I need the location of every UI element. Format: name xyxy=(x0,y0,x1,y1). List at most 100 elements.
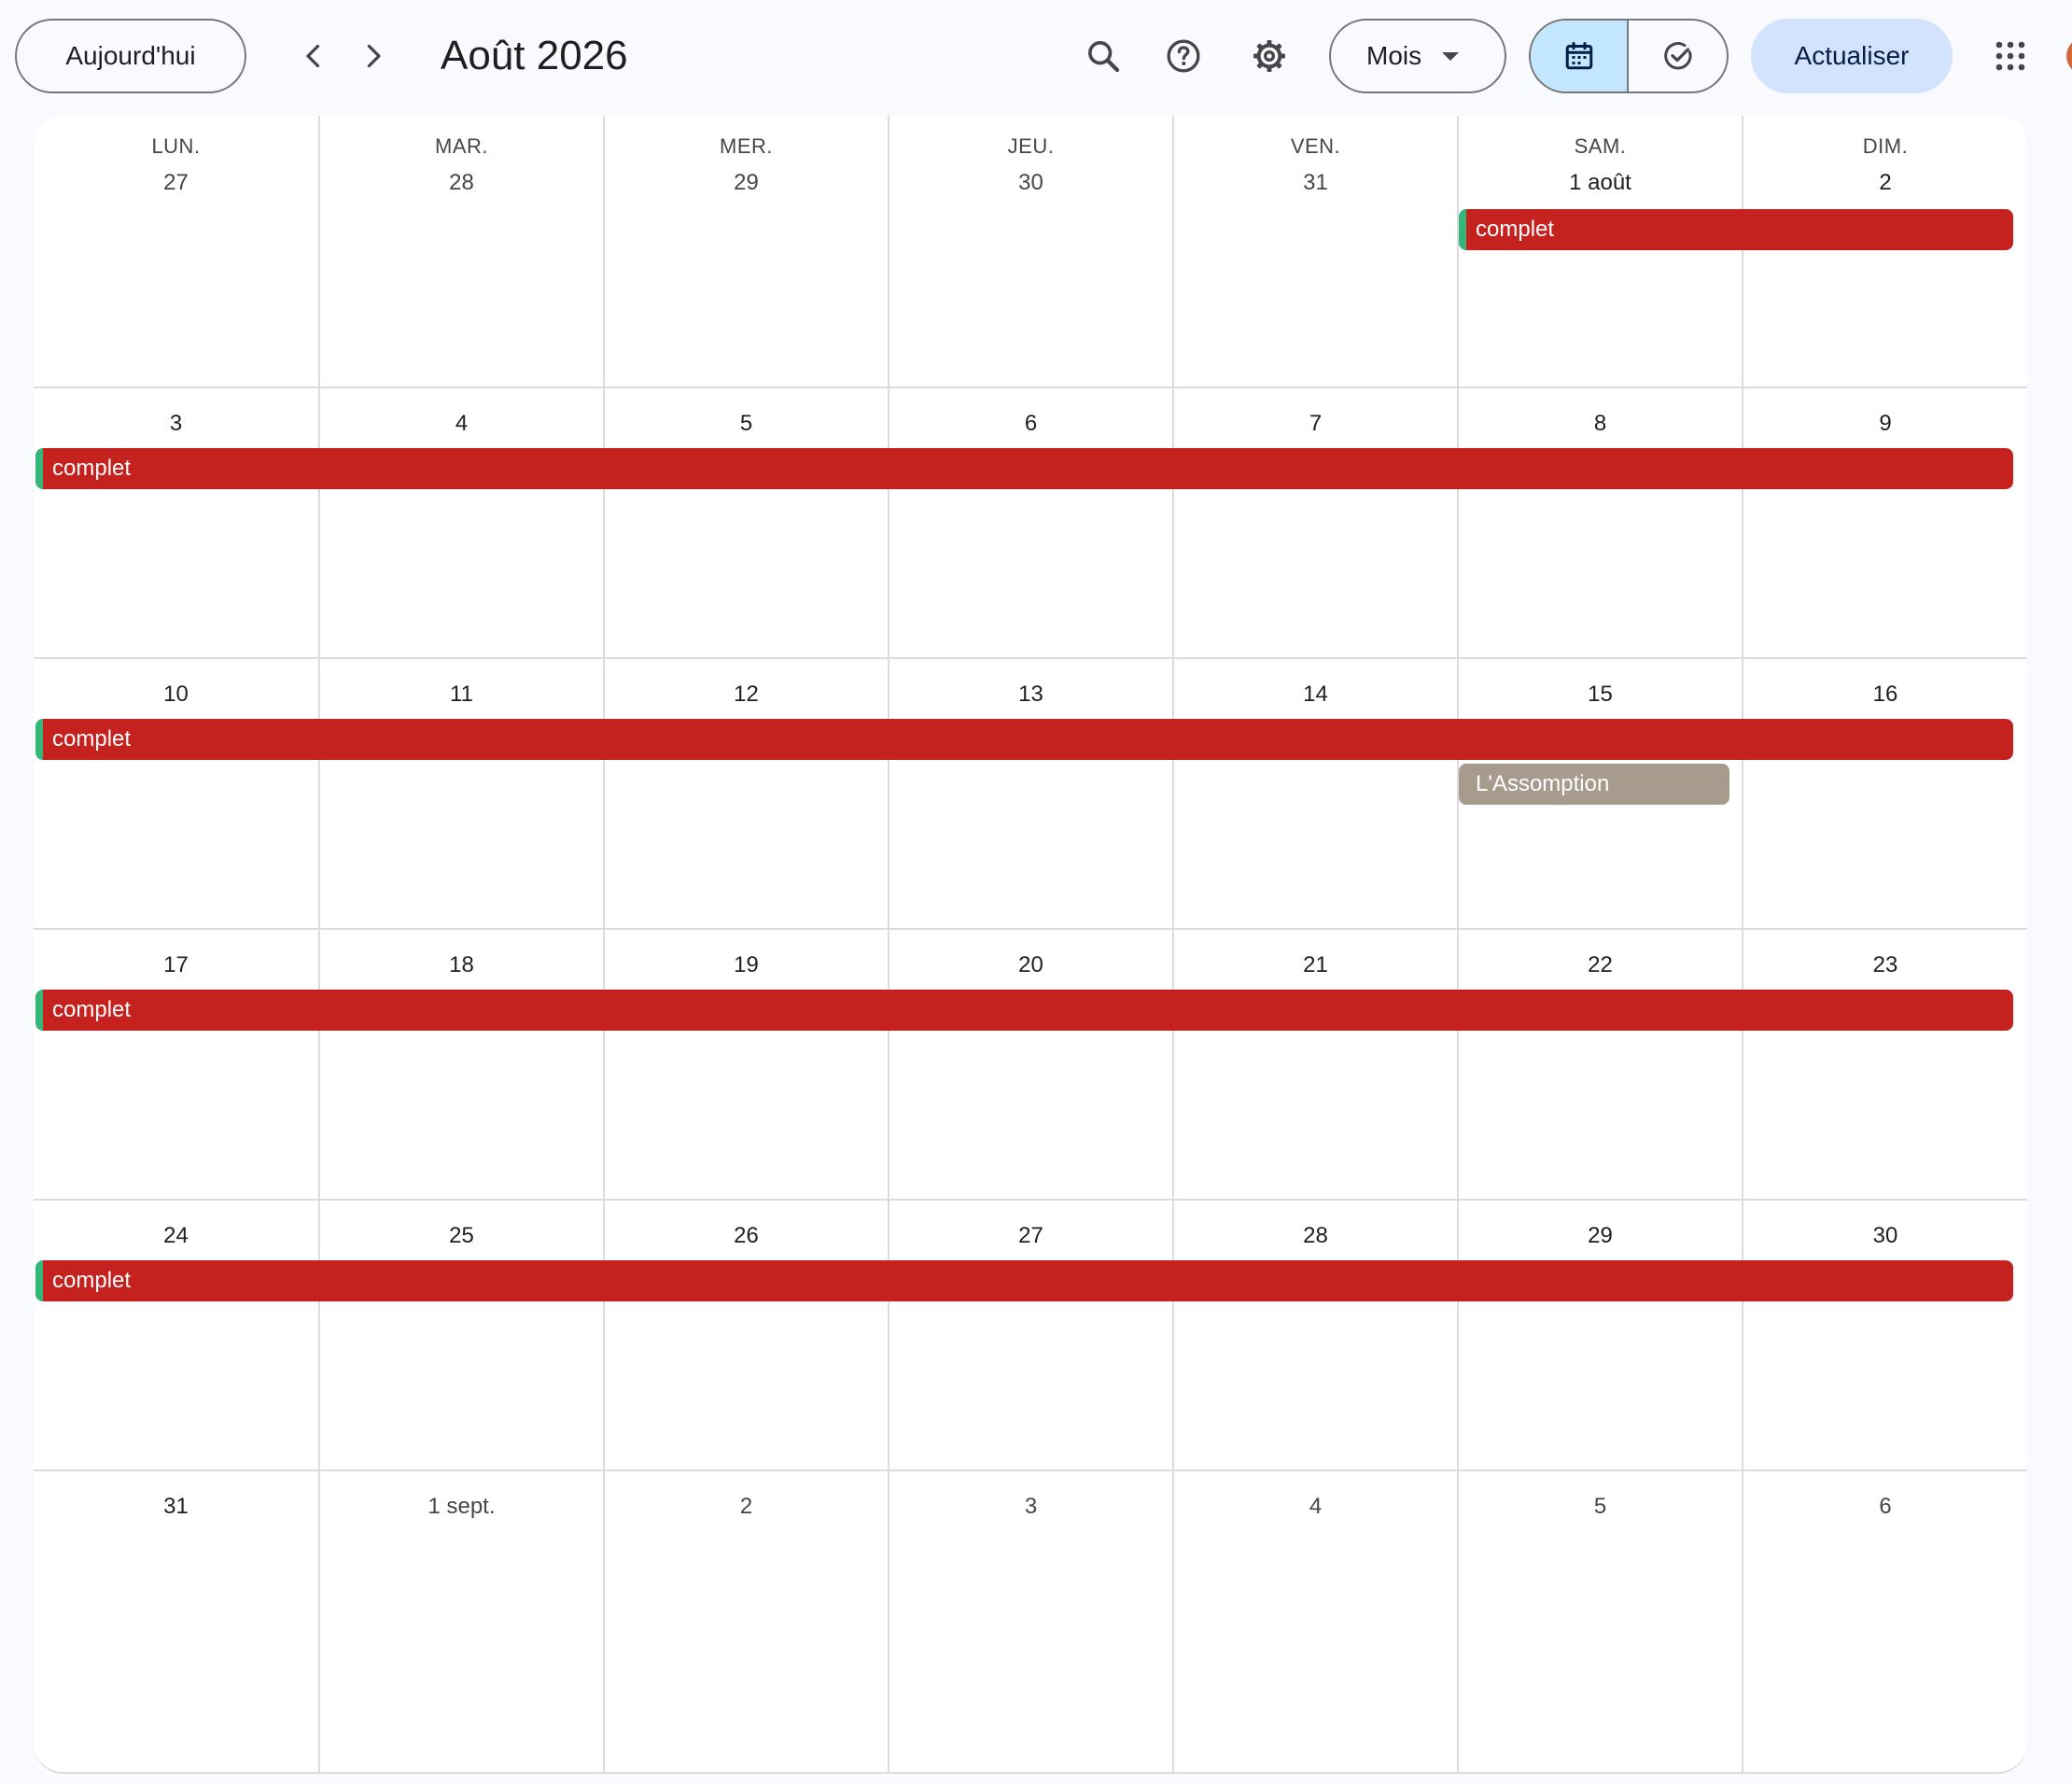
day-cell[interactable]: MER. 29 xyxy=(603,116,888,387)
day-cell[interactable]: 28 xyxy=(1172,1201,1457,1469)
day-cell[interactable]: 1 sept. xyxy=(318,1471,603,1772)
day-number[interactable]: 4 xyxy=(320,411,603,437)
event-chip[interactable]: complet xyxy=(35,448,2013,489)
day-number[interactable]: 29 xyxy=(605,170,888,196)
day-number[interactable]: 6 xyxy=(889,411,1172,437)
holiday-chip[interactable]: L'Assomption xyxy=(1459,764,1729,805)
day-cell[interactable]: 20 xyxy=(888,930,1172,1199)
previous-month-button[interactable] xyxy=(284,26,343,86)
day-cell[interactable]: 26 xyxy=(603,1201,888,1469)
day-number[interactable]: 16 xyxy=(1743,682,2027,708)
day-number[interactable]: 5 xyxy=(1459,1494,1742,1520)
day-number[interactable]: 14 xyxy=(1174,682,1457,708)
day-number[interactable]: 17 xyxy=(34,952,318,978)
day-cell[interactable]: 5 xyxy=(603,388,888,657)
event-chip[interactable]: complet xyxy=(1459,209,2013,250)
day-cell[interactable]: 29 xyxy=(1457,1201,1742,1469)
day-cell[interactable]: 9 xyxy=(1742,388,2027,657)
day-number[interactable]: 22 xyxy=(1459,952,1742,978)
day-number[interactable]: 9 xyxy=(1743,411,2027,437)
view-selector[interactable]: Mois xyxy=(1329,19,1506,93)
day-number[interactable]: 23 xyxy=(1743,952,2027,978)
day-cell[interactable]: 31 xyxy=(34,1471,318,1772)
day-number[interactable]: 31 xyxy=(34,1494,318,1520)
day-number[interactable]: 2 xyxy=(1743,170,2027,196)
day-number[interactable]: 28 xyxy=(320,170,603,196)
next-month-button[interactable] xyxy=(343,26,403,86)
day-cell[interactable]: 3 xyxy=(34,388,318,657)
day-cell[interactable]: 4 xyxy=(1172,1471,1457,1772)
day-cell[interactable]: 13 xyxy=(888,659,1172,928)
day-cell[interactable]: 16 xyxy=(1742,659,2027,928)
day-number[interactable]: 1 sept. xyxy=(320,1494,603,1520)
day-cell[interactable]: SAM. 1 août xyxy=(1457,116,1742,387)
day-number[interactable]: 13 xyxy=(889,682,1172,708)
day-cell[interactable]: 10 xyxy=(34,659,318,928)
day-cell[interactable]: 2 xyxy=(603,1471,888,1772)
day-number[interactable]: 24 xyxy=(34,1223,318,1249)
day-number[interactable]: 2 xyxy=(605,1494,888,1520)
day-cell[interactable]: 27 xyxy=(888,1201,1172,1469)
day-number[interactable]: 30 xyxy=(889,170,1172,196)
calendar-view-toggle[interactable] xyxy=(1531,21,1629,91)
help-button[interactable] xyxy=(1152,24,1215,88)
day-number[interactable]: 27 xyxy=(889,1223,1172,1249)
day-number[interactable]: 6 xyxy=(1743,1494,2027,1520)
apps-button[interactable] xyxy=(1979,24,2042,88)
avatar[interactable] xyxy=(2066,37,2072,75)
day-cell[interactable]: 11 xyxy=(318,659,603,928)
day-cell[interactable]: MAR. 28 xyxy=(318,116,603,387)
settings-button[interactable] xyxy=(1238,24,1301,88)
event-chip[interactable]: complet xyxy=(35,719,2013,760)
today-button[interactable]: Aujourd'hui xyxy=(15,19,246,93)
day-cell[interactable]: 21 xyxy=(1172,930,1457,1199)
day-cell[interactable]: 19 xyxy=(603,930,888,1199)
day-number[interactable]: 3 xyxy=(34,411,318,437)
day-cell[interactable]: 18 xyxy=(318,930,603,1199)
event-chip[interactable]: complet xyxy=(35,990,2013,1031)
day-number[interactable]: 8 xyxy=(1459,411,1742,437)
day-number[interactable]: 26 xyxy=(605,1223,888,1249)
tasks-view-toggle[interactable] xyxy=(1629,21,1727,91)
day-cell[interactable]: 6 xyxy=(888,388,1172,657)
day-number[interactable]: 27 xyxy=(34,170,318,196)
day-number[interactable]: 4 xyxy=(1174,1494,1457,1520)
day-cell[interactable]: 17 xyxy=(34,930,318,1199)
day-number[interactable]: 5 xyxy=(605,411,888,437)
day-cell[interactable]: LUN. 27 xyxy=(34,116,318,387)
day-cell[interactable]: 23 xyxy=(1742,930,2027,1199)
day-number[interactable]: 12 xyxy=(605,682,888,708)
day-cell[interactable]: DIM. 2 xyxy=(1742,116,2027,387)
day-cell[interactable]: VEN. 31 xyxy=(1172,116,1457,387)
event-chip[interactable]: complet xyxy=(35,1260,2013,1301)
day-cell[interactable]: JEU. 30 xyxy=(888,116,1172,387)
day-number[interactable]: 20 xyxy=(889,952,1172,978)
day-number[interactable]: 19 xyxy=(605,952,888,978)
day-number[interactable]: 10 xyxy=(34,682,318,708)
day-cell[interactable]: 24 xyxy=(34,1201,318,1469)
day-cell[interactable]: 6 xyxy=(1742,1471,2027,1772)
day-number[interactable]: 18 xyxy=(320,952,603,978)
day-number[interactable]: 29 xyxy=(1459,1223,1742,1249)
day-number[interactable]: 15 xyxy=(1459,682,1742,708)
day-cell[interactable]: 25 xyxy=(318,1201,603,1469)
day-cell[interactable]: 8 xyxy=(1457,388,1742,657)
day-number[interactable]: 31 xyxy=(1174,170,1457,196)
day-number[interactable]: 21 xyxy=(1174,952,1457,978)
refresh-button[interactable]: Actualiser xyxy=(1751,19,1953,93)
day-cell[interactable]: 3 xyxy=(888,1471,1172,1772)
day-number[interactable]: 1 août xyxy=(1459,170,1742,196)
day-number[interactable]: 11 xyxy=(320,682,603,708)
search-button[interactable] xyxy=(1071,24,1135,88)
day-number[interactable]: 3 xyxy=(889,1494,1172,1520)
day-cell[interactable]: 7 xyxy=(1172,388,1457,657)
day-cell[interactable]: 22 xyxy=(1457,930,1742,1199)
day-cell[interactable]: 14 xyxy=(1172,659,1457,928)
day-number[interactable]: 7 xyxy=(1174,411,1457,437)
day-number[interactable]: 28 xyxy=(1174,1223,1457,1249)
day-number[interactable]: 25 xyxy=(320,1223,603,1249)
day-number[interactable]: 30 xyxy=(1743,1223,2027,1249)
day-cell[interactable]: 30 xyxy=(1742,1201,2027,1469)
day-cell[interactable]: 4 xyxy=(318,388,603,657)
day-cell[interactable]: 5 xyxy=(1457,1471,1742,1772)
